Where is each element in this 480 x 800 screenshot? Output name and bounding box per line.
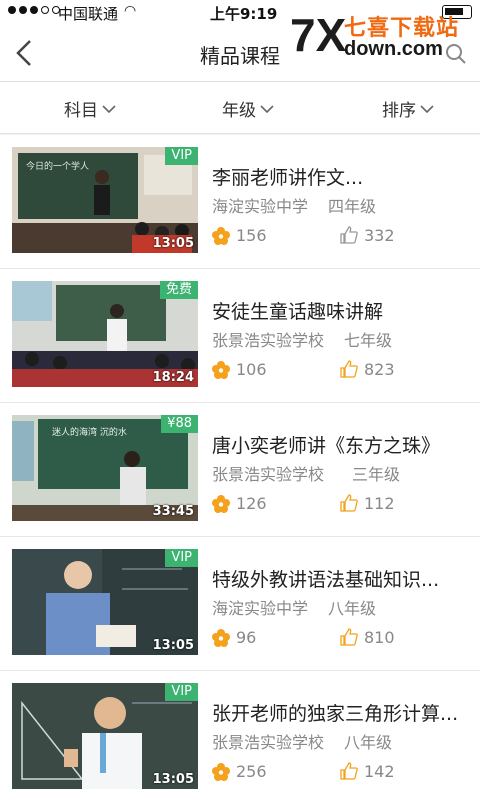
course-school: 海淀实验中学 — [212, 197, 309, 216]
course-title[interactable]: 张开老师的独家三角形计算... — [212, 699, 458, 726]
view-count: 156 — [236, 226, 267, 245]
watermark-mark-icon: 7X — [290, 9, 347, 61]
flower-icon — [212, 227, 230, 245]
wifi-icon: ◠ — [124, 3, 137, 19]
thumbs-up-icon[interactable] — [340, 494, 358, 512]
watermark-logo: 7X 七喜下载站 down.com — [290, 6, 476, 64]
board-text: 迷人的海湾 沉的水 — [52, 426, 127, 438]
filter-grade[interactable]: 年级 — [222, 96, 274, 121]
flower-icon — [212, 763, 230, 781]
like-count: 810 — [364, 628, 395, 647]
view-count: 96 — [236, 628, 257, 647]
filter-sort[interactable]: 排序 — [382, 96, 434, 121]
course-item[interactable]: VIP 13:05 特级外教讲语法基础知识... 海淀实验中学 八年级 96 8… — [0, 537, 480, 671]
course-grade: 八年级 — [344, 733, 393, 752]
course-thumbnail[interactable]: 迷人的海湾 沉的水 ¥88 33:45 — [12, 415, 198, 521]
course-school: 海淀实验中学 — [212, 599, 309, 618]
flower-icon — [212, 495, 230, 513]
filter-bar: 科目 年级 排序 — [0, 82, 480, 134]
course-title[interactable]: 特级外教讲语法基础知识... — [212, 565, 439, 592]
course-item[interactable]: 迷人的海湾 沉的水 ¥88 33:45 唐小奕老师讲《东方之珠》 张景浩实验学校… — [0, 403, 480, 537]
carrier-label: 中国联通 — [58, 5, 119, 23]
course-grade: 四年级 — [328, 197, 377, 216]
view-count: 106 — [236, 360, 267, 379]
like-count: 142 — [364, 762, 395, 781]
video-duration: 18:24 — [152, 370, 194, 385]
course-thumbnail[interactable]: VIP 13:05 — [12, 683, 198, 789]
vip-badge: VIP — [165, 147, 198, 165]
course-grade: 三年级 — [352, 465, 401, 484]
course-grade: 七年级 — [344, 331, 393, 350]
course-item[interactable]: VIP 13:05 张开老师的独家三角形计算... 张景浩实验学校 八年级 25… — [0, 671, 480, 800]
vip-badge: VIP — [165, 549, 198, 567]
chevron-down-icon — [260, 104, 274, 113]
course-thumbnail[interactable]: VIP 13:05 — [12, 549, 198, 655]
filter-label: 排序 — [382, 101, 416, 121]
course-school: 张景浩实验学校 — [212, 331, 325, 350]
watermark-url: down.com — [344, 38, 443, 60]
course-item[interactable]: 今日的一个学人 VIP 13:05 李丽老师讲作文... 海淀实验中学 四年级 … — [0, 135, 480, 269]
thumbs-up-icon[interactable] — [340, 360, 358, 378]
like-count: 112 — [364, 494, 395, 513]
video-duration: 13:05 — [152, 236, 194, 251]
thumbs-up-icon[interactable] — [340, 762, 358, 780]
like-count: 332 — [364, 226, 395, 245]
signal-icon — [8, 6, 60, 14]
filter-label: 科目 — [64, 101, 98, 121]
free-badge: 免费 — [159, 281, 198, 299]
thumbs-up-icon[interactable] — [340, 226, 358, 244]
thumbs-up-icon[interactable] — [340, 628, 358, 646]
course-list: 今日的一个学人 VIP 13:05 李丽老师讲作文... 海淀实验中学 四年级 … — [0, 135, 480, 800]
filter-label: 年级 — [222, 101, 256, 121]
board-text: 今日的一个学人 — [26, 160, 89, 172]
video-duration: 13:05 — [152, 638, 194, 653]
view-count: 256 — [236, 762, 267, 781]
like-count: 823 — [364, 360, 395, 379]
video-duration: 13:05 — [152, 772, 194, 787]
vip-badge: VIP — [165, 683, 198, 701]
chevron-down-icon — [420, 104, 434, 113]
chevron-down-icon — [102, 104, 116, 113]
course-thumbnail[interactable]: 今日的一个学人 VIP 13:05 — [12, 147, 198, 253]
course-title[interactable]: 安徒生童话趣味讲解 — [212, 297, 383, 324]
filter-subject[interactable]: 科目 — [64, 96, 116, 121]
course-grade: 八年级 — [328, 599, 377, 618]
price-badge: ¥88 — [161, 415, 198, 433]
course-school: 张景浩实验学校 — [212, 465, 325, 484]
video-duration: 33:45 — [152, 504, 194, 519]
course-item[interactable]: 免费 18:24 安徒生童话趣味讲解 张景浩实验学校 七年级 106 823 — [0, 269, 480, 403]
course-school: 张景浩实验学校 — [212, 733, 325, 752]
course-thumbnail[interactable]: 免费 18:24 — [12, 281, 198, 387]
course-title[interactable]: 唐小奕老师讲《东方之珠》 — [212, 431, 440, 458]
flower-icon — [212, 629, 230, 647]
course-title[interactable]: 李丽老师讲作文... — [212, 163, 363, 190]
view-count: 126 — [236, 494, 267, 513]
flower-icon — [212, 361, 230, 379]
status-time: 上午9:19 — [210, 5, 278, 23]
